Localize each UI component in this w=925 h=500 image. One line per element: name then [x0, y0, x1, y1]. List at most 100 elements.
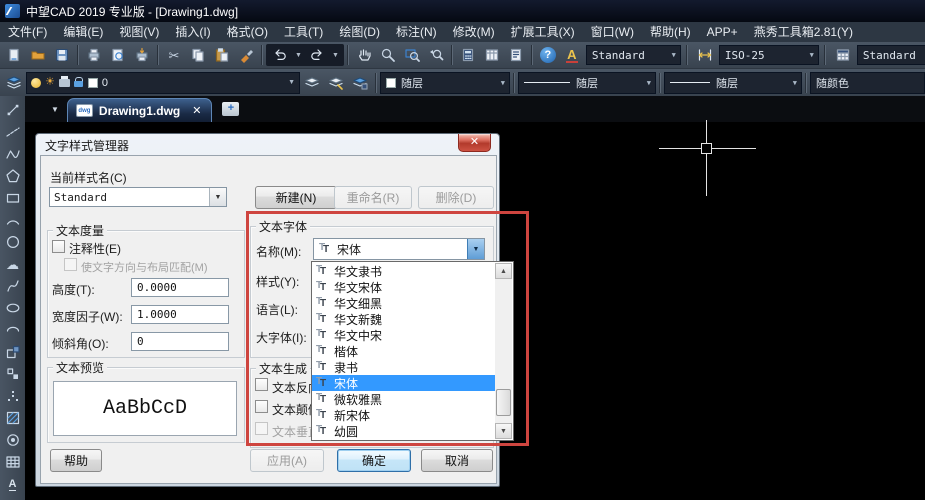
- report-button[interactable]: [504, 44, 528, 66]
- undo-button[interactable]: [268, 44, 292, 66]
- toolbar-separator: [375, 72, 377, 93]
- menu-bar: 文件(F) 编辑(E) 视图(V) 插入(I) 格式(O) 工具(T) 绘图(D) 标注(N)…: [0, 22, 925, 42]
- save-button[interactable]: [50, 44, 74, 66]
- arc-button[interactable]: [2, 209, 24, 231]
- menu-item[interactable]: APP+: [699, 22, 746, 42]
- cloud-icon: ☁: [6, 256, 19, 272]
- rectangle-button[interactable]: [2, 187, 24, 209]
- width-factor-input[interactable]: [131, 305, 229, 324]
- cancel-button[interactable]: 取消: [421, 449, 493, 472]
- line-button[interactable]: [2, 99, 24, 121]
- menu-item[interactable]: 燕秀工具箱2.81(Y): [746, 22, 861, 42]
- table-style-combo[interactable]: Standard ▼: [856, 45, 925, 65]
- layer-on-bulb-icon[interactable]: [31, 77, 41, 88]
- mtext-button[interactable]: A: [2, 473, 24, 495]
- toolbar-separator: [823, 45, 826, 65]
- open-button[interactable]: [26, 44, 50, 66]
- insert-block-button[interactable]: [2, 341, 24, 363]
- zoom-window-button[interactable]: [400, 44, 424, 66]
- print-button[interactable]: [82, 44, 106, 66]
- menu-item[interactable]: 标注(N): [388, 22, 445, 42]
- tab-drawing1[interactable]: dwg Drawing1.dwg ✕: [66, 98, 213, 122]
- pan-button[interactable]: [352, 44, 376, 66]
- dim-style-combo[interactable]: ISO-25 ▼: [718, 45, 819, 65]
- table-style-icon: [831, 44, 855, 66]
- match-layout-checkbox[interactable]: [64, 258, 77, 271]
- tab-list-button[interactable]: ▼: [43, 105, 67, 114]
- cut-button[interactable]: ✂: [162, 44, 186, 66]
- new-tab-button[interactable]: +: [222, 102, 240, 116]
- help-dialog-button[interactable]: 帮助: [50, 449, 102, 472]
- menu-item[interactable]: 修改(M): [445, 22, 503, 42]
- oblique-angle-input[interactable]: [131, 332, 229, 351]
- datasheet-button[interactable]: [480, 44, 504, 66]
- new-style-button[interactable]: 新建(N): [255, 186, 337, 209]
- menu-item[interactable]: 文件(F): [0, 22, 55, 42]
- current-style-combo[interactable]: Standard ▼: [49, 187, 227, 207]
- ellipse-arc-button[interactable]: [2, 319, 24, 341]
- rename-style-button[interactable]: 重命名(R): [334, 186, 412, 209]
- menu-item[interactable]: 帮助(H): [642, 22, 699, 42]
- ok-button[interactable]: 确定: [337, 449, 411, 472]
- plot-button[interactable]: [130, 44, 154, 66]
- layer-plot-icon[interactable]: [58, 75, 70, 87]
- point-button[interactable]: [2, 385, 24, 407]
- donut-button[interactable]: [2, 429, 24, 451]
- polygon-button[interactable]: [2, 165, 24, 187]
- undo-dropdown-arrow-icon[interactable]: ▼: [292, 52, 305, 59]
- table-button[interactable]: [2, 451, 24, 473]
- annotative-checkbox[interactable]: [52, 240, 65, 253]
- dropdown-arrow-icon: ▼: [809, 51, 814, 59]
- layer-lock-icon[interactable]: [73, 77, 84, 88]
- tab-close-icon[interactable]: ✕: [192, 104, 201, 117]
- new-button[interactable]: [2, 44, 26, 66]
- layer-color-swatch[interactable]: [87, 77, 98, 88]
- menu-item[interactable]: 格式(O): [219, 22, 276, 42]
- circle-button[interactable]: [2, 231, 24, 253]
- linetype-combo[interactable]: 随层 ▼: [518, 71, 656, 94]
- dim-style-value: ISO-25: [724, 48, 765, 62]
- lineweight-combo[interactable]: 随层 ▼: [664, 71, 802, 94]
- dropdown-arrow-icon[interactable]: ▼: [209, 188, 226, 206]
- zoom-previous-button[interactable]: [424, 44, 448, 66]
- menu-item[interactable]: 视图(V): [111, 22, 167, 42]
- menu-item[interactable]: 绘图(D): [331, 22, 388, 42]
- print-preview-button[interactable]: [106, 44, 130, 66]
- menu-item[interactable]: 窗口(W): [583, 22, 642, 42]
- layer-name: 0: [101, 76, 108, 89]
- ellipse-button[interactable]: [2, 297, 24, 319]
- create-block-button[interactable]: [2, 363, 24, 385]
- paste-button[interactable]: [210, 44, 234, 66]
- apply-button[interactable]: 应用(A): [250, 449, 324, 472]
- spline-button[interactable]: [2, 275, 24, 297]
- bylayer-color-swatch: [386, 77, 396, 88]
- dropdown-arrow-icon: ▼: [671, 51, 676, 59]
- menu-item[interactable]: 工具(T): [276, 22, 331, 42]
- layer-isolate-button[interactable]: [348, 72, 372, 94]
- format-painter-button[interactable]: [234, 44, 258, 66]
- layer-thaw-sun-icon[interactable]: ☀: [45, 77, 55, 88]
- redo-button[interactable]: [305, 44, 329, 66]
- menu-item[interactable]: 编辑(E): [55, 22, 111, 42]
- layer-states-button[interactable]: [324, 72, 348, 94]
- layer-manager-button[interactable]: [2, 72, 26, 94]
- color-combo[interactable]: 随层 ▼: [380, 71, 510, 94]
- construction-line-button[interactable]: [2, 121, 24, 143]
- help-button[interactable]: ?: [536, 44, 560, 66]
- height-input[interactable]: [131, 278, 229, 297]
- layer-state-combo[interactable]: ☀ 0 ▼: [26, 71, 300, 94]
- menu-item[interactable]: 插入(I): [167, 22, 218, 42]
- dialog-close-button[interactable]: ✕: [458, 134, 491, 152]
- menu-item[interactable]: 扩展工具(X): [503, 22, 583, 42]
- layer-previous-button[interactable]: [300, 72, 324, 94]
- polyline-button[interactable]: [2, 143, 24, 165]
- plot-style-combo[interactable]: 随颜色: [810, 71, 925, 94]
- hatch-button[interactable]: [2, 407, 24, 429]
- revision-cloud-button[interactable]: ☁: [2, 253, 24, 275]
- text-style-combo[interactable]: Standard ▼: [585, 45, 681, 65]
- redo-dropdown-arrow-icon[interactable]: ▼: [329, 52, 342, 59]
- zoom-realtime-button[interactable]: [376, 44, 400, 66]
- copy-button[interactable]: [186, 44, 210, 66]
- delete-style-button[interactable]: 删除(D): [418, 186, 494, 209]
- calculator-button[interactable]: [456, 44, 480, 66]
